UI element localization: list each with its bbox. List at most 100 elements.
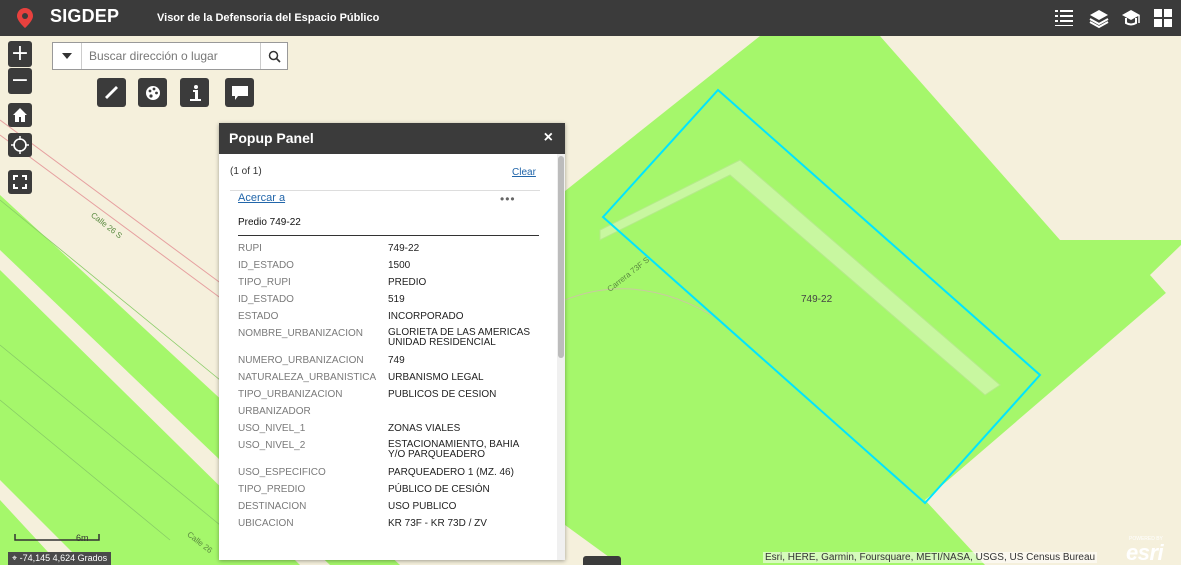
attribute-value: 749 <box>388 355 405 366</box>
list-icon[interactable] <box>1053 7 1075 29</box>
crosshair-icon: ⌖ <box>12 553 20 563</box>
app-root: Calle 26 S Carrera 73F S Calle 26 749-22… <box>0 0 1181 565</box>
attribute-key: USO_NIVEL_2 <box>238 440 306 451</box>
attribute-key: ID_ESTADO <box>238 260 294 271</box>
map-attribution: Esri, HERE, Garmin, Foursquare, METI/NAS… <box>763 552 1098 563</box>
app-subtitle: Visor de la Defensoria del Espacio Públi… <box>157 12 380 24</box>
popup-body: (1 of 1) Clear Acercar a ••• Predio 749-… <box>219 154 557 560</box>
measure-button[interactable] <box>97 78 126 107</box>
clear-link[interactable]: Clear <box>512 167 536 178</box>
attribute-value: URBANISMO LEGAL <box>388 372 484 383</box>
attribute-row: DESTINACION USO PUBLICO <box>238 501 543 518</box>
divider <box>238 235 539 236</box>
comment-icon <box>231 85 248 100</box>
attribute-value: GLORIETA DE LAS AMERICAS UNIDAD RESIDENCI… <box>388 328 543 355</box>
attribute-value: INCORPORADO <box>388 311 464 322</box>
attribute-row: USO_ESPECIFICO PARQUEADERO 1 (MZ. 46) <box>238 467 543 484</box>
attribute-value: USO PUBLICO <box>388 501 457 512</box>
attribute-row: RUPI 749-22 <box>238 243 543 260</box>
parcel-label: 749-22 <box>801 294 833 305</box>
attribute-value: PUBLICOS DE CESION <box>388 389 497 400</box>
popup-scrollbar[interactable] <box>557 154 565 560</box>
legend-icon[interactable] <box>1120 7 1142 29</box>
attribute-key: DESTINACION <box>238 501 307 512</box>
fullscreen-button[interactable] <box>8 170 32 194</box>
attribute-key: UBICACION <box>238 518 294 529</box>
esri-wordmark: esri <box>1126 540 1164 565</box>
popup-header: Popup Panel × <box>219 123 565 154</box>
draw-button[interactable] <box>138 78 167 107</box>
attribute-key: NATURALEZA_URBANISTICA <box>238 372 377 383</box>
attribute-value <box>388 406 543 423</box>
layers-icon[interactable] <box>1088 7 1110 29</box>
divider <box>230 190 540 191</box>
attribute-row: TIPO_URBANIZACION PUBLICOS DE CESION <box>238 389 543 406</box>
attribute-key: TIPO_URBANIZACION <box>238 389 343 400</box>
locate-icon <box>11 136 29 154</box>
attribute-row: TIPO_PREDIO PÚBLICO DE CESIÓN <box>238 484 543 501</box>
caret-down-icon <box>62 53 72 59</box>
attribute-table: RUPI 749-22 ID_ESTADO 1500 TIPO_RUPI PREDIO… <box>238 243 543 535</box>
zoom-in-button[interactable]: + <box>8 41 32 67</box>
location-pin-icon <box>17 8 33 28</box>
attribute-key: NOMBRE_URBANIZACION <box>238 328 364 339</box>
map-canvas[interactable] <box>0 0 1181 565</box>
home-button[interactable] <box>8 103 32 127</box>
feature-title: Predio 749-22 <box>238 217 301 228</box>
attribute-value: 1500 <box>388 260 411 271</box>
coordinates-readout[interactable]: ⌖ -74,145 4,624 Grados <box>8 552 112 565</box>
search-button[interactable] <box>260 43 287 69</box>
popup-panel: Popup Panel × (1 of 1) Clear Acercar a •… <box>219 123 565 560</box>
attribute-value: 749-22 <box>388 243 420 254</box>
more-options-icon[interactable]: ••• <box>500 192 516 206</box>
search-input[interactable] <box>89 43 269 69</box>
comment-button[interactable] <box>225 78 254 107</box>
search-icon <box>268 50 281 63</box>
zoom-to-link[interactable]: Acercar a <box>238 192 285 204</box>
attribute-value: ZONAS VIALES <box>388 423 461 434</box>
search-source-dropdown[interactable] <box>53 43 82 69</box>
zoom-out-button[interactable]: − <box>8 68 32 94</box>
attribute-row: ESTADO INCORPORADO <box>238 311 543 328</box>
attribute-row: NATURALEZA_URBANISTICA URBANISMO LEGAL <box>238 372 543 389</box>
scale-label: 6m <box>76 533 89 543</box>
app-name: SIGDEP <box>50 6 120 26</box>
attribute-row: URBANIZADOR <box>238 406 543 423</box>
attribute-key: URBANIZADOR <box>238 406 311 417</box>
identify-button[interactable] <box>180 78 209 107</box>
home-icon <box>13 108 27 122</box>
attribute-key: TIPO_PREDIO <box>238 484 306 495</box>
attribute-key: USO_ESPECIFICO <box>238 467 326 478</box>
attribute-key: ID_ESTADO <box>238 294 294 305</box>
attribute-key: NUMERO_URBANIZACION <box>238 355 364 366</box>
attribute-row: USO_NIVEL_2 ESTACIONAMIENTO, BAHIA Y/O PAR… <box>238 440 543 467</box>
basemap-icon[interactable] <box>1152 7 1174 29</box>
attribute-value: PARQUEADERO 1 (MZ. 46) <box>388 467 514 478</box>
palette-icon <box>145 85 160 100</box>
attribute-row: ID_ESTADO 1500 <box>238 260 543 277</box>
attribute-key: USO_NIVEL_1 <box>238 423 306 434</box>
app-header: SIGDEP Visor de la Defensoria del Espaci… <box>0 0 1181 36</box>
attribute-key: TIPO_RUPI <box>238 277 291 288</box>
scrollbar-thumb[interactable] <box>558 156 564 358</box>
attribute-row: NOMBRE_URBANIZACION GLORIETA DE LAS AMERI… <box>238 328 543 355</box>
fullscreen-icon <box>13 175 27 189</box>
attribute-value: KR 73F - KR 73D / ZV <box>388 518 487 529</box>
attribute-value: PÚBLICO DE CESIÓN <box>388 484 490 495</box>
attribute-row: TIPO_RUPI PREDIO <box>238 277 543 294</box>
popup-count: (1 of 1) <box>230 166 262 177</box>
bottom-panel-toggle[interactable] <box>583 556 621 565</box>
attribute-value: ESTACIONAMIENTO, BAHIA Y/O PARQUEADERO <box>388 440 543 467</box>
locate-button[interactable] <box>8 133 32 157</box>
attribute-key: ESTADO <box>238 311 279 322</box>
attribute-value: PREDIO <box>388 277 427 288</box>
popup-title: Popup Panel <box>229 130 314 146</box>
attribute-row: USO_NIVEL_1 ZONAS VIALES <box>238 423 543 440</box>
close-icon[interactable]: × <box>544 129 553 147</box>
search-bar <box>52 42 288 70</box>
attribute-row: ID_ESTADO 519 <box>238 294 543 311</box>
attribute-key: RUPI <box>238 243 262 254</box>
ruler-icon <box>105 86 118 99</box>
attribute-row: NUMERO_URBANIZACION 749 <box>238 355 543 372</box>
attribute-row: UBICACION KR 73F - KR 73D / ZV <box>238 518 543 535</box>
